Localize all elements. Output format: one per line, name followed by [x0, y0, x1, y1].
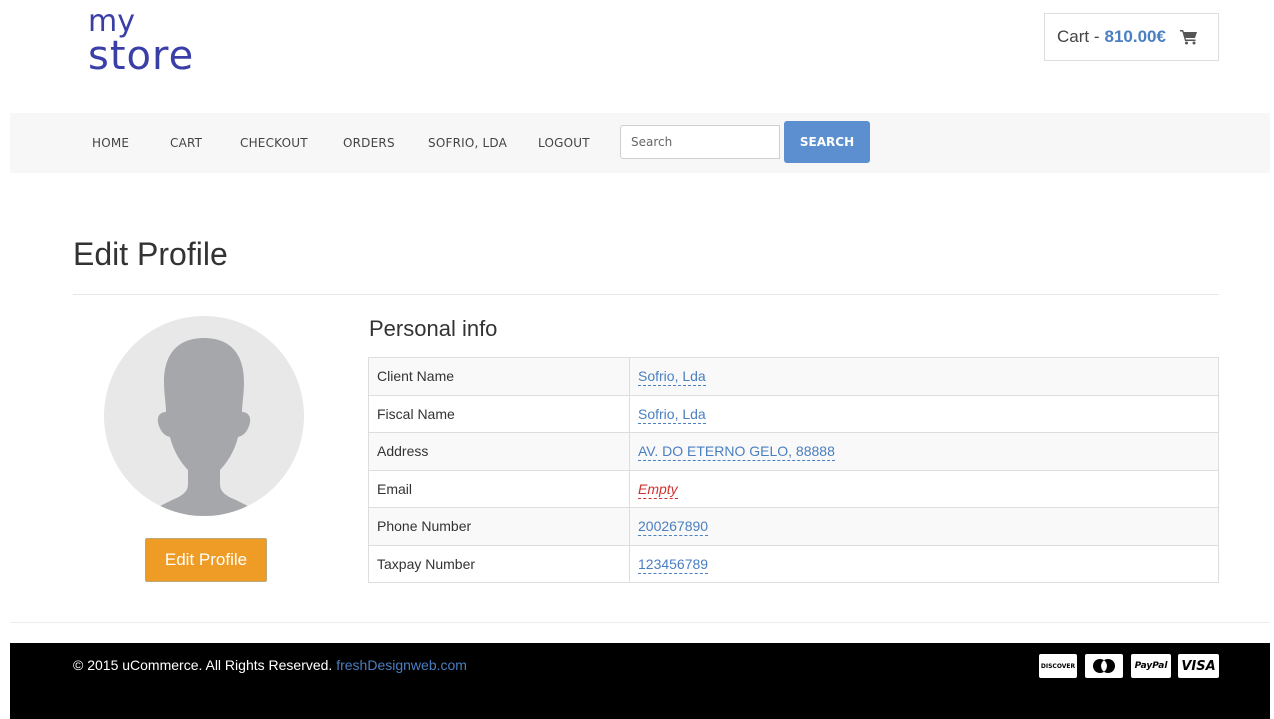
personal-info-table: Client Name Sofrio, Lda Fiscal Name Sofr…: [368, 357, 1219, 583]
address-value[interactable]: AV. DO ETERNO GELO, 88888: [638, 443, 835, 462]
cart-label: Cart -: [1057, 27, 1100, 46]
taxpay-number-label: Taxpay Number: [368, 544, 630, 583]
copyright-text: © 2015 uCommerce. All Rights Reserved.: [73, 657, 333, 673]
mastercard-icon: [1085, 654, 1123, 678]
nav-account[interactable]: SOFRIO, LDA: [428, 136, 507, 150]
visa-card-icon: VISA: [1178, 654, 1219, 678]
nav-home[interactable]: HOME: [92, 136, 129, 150]
table-row: Client Name Sofrio, Lda: [368, 357, 1219, 396]
footer-link[interactable]: freshDesignweb.com: [336, 657, 467, 673]
cart-summary[interactable]: Cart - 810.00€: [1044, 13, 1219, 61]
user-silhouette-icon: [144, 338, 264, 516]
client-name-label: Client Name: [368, 357, 630, 396]
edit-profile-button[interactable]: Edit Profile: [145, 538, 267, 582]
nav-checkout[interactable]: CHECKOUT: [240, 136, 308, 150]
store-logo[interactable]: my store: [88, 7, 195, 79]
table-row: Address AV. DO ETERNO GELO, 88888: [368, 432, 1219, 471]
nav-orders[interactable]: ORDERS: [343, 136, 395, 150]
fiscal-name-value[interactable]: Sofrio, Lda: [638, 405, 706, 424]
mastercard-circles-icon: [1093, 659, 1115, 673]
search-input[interactable]: [620, 125, 780, 159]
table-row: Phone Number 200267890: [368, 507, 1219, 546]
table-row: Taxpay Number 123456789: [368, 544, 1219, 583]
footer-copyright: © 2015 uCommerce. All Rights Reserved. f…: [73, 657, 467, 673]
page-title: Edit Profile: [73, 236, 228, 272]
heading-divider: [73, 294, 1219, 295]
personal-info-title: Personal info: [369, 316, 498, 341]
phone-number-value[interactable]: 200267890: [638, 518, 709, 537]
address-label: Address: [368, 432, 630, 471]
discover-card-icon: DISCOVER: [1039, 654, 1077, 678]
cart-amount: 810.00€: [1104, 27, 1166, 46]
phone-number-label: Phone Number: [368, 507, 630, 546]
table-row: Email Empty: [368, 469, 1219, 508]
email-value[interactable]: Empty: [638, 480, 678, 499]
footer-divider: [10, 622, 1270, 623]
paypal-icon: PayPal: [1131, 654, 1171, 678]
client-name-value[interactable]: Sofrio, Lda: [638, 368, 706, 387]
shopping-cart-icon: [1179, 30, 1197, 45]
profile-avatar: [104, 316, 304, 516]
nav-cart[interactable]: CART: [170, 136, 202, 150]
search-button[interactable]: SEARCH: [784, 121, 870, 163]
fiscal-name-label: Fiscal Name: [368, 394, 630, 433]
main-navbar: HOME CART CHECKOUT ORDERS SOFRIO, LDA LO…: [10, 113, 1270, 173]
site-footer: © 2015 uCommerce. All Rights Reserved. f…: [10, 643, 1270, 719]
email-label: Email: [368, 469, 630, 508]
nav-logout[interactable]: LOGOUT: [538, 136, 590, 150]
table-row: Fiscal Name Sofrio, Lda: [368, 394, 1219, 433]
logo-line-2: store: [88, 32, 195, 79]
taxpay-number-value[interactable]: 123456789: [638, 555, 709, 574]
